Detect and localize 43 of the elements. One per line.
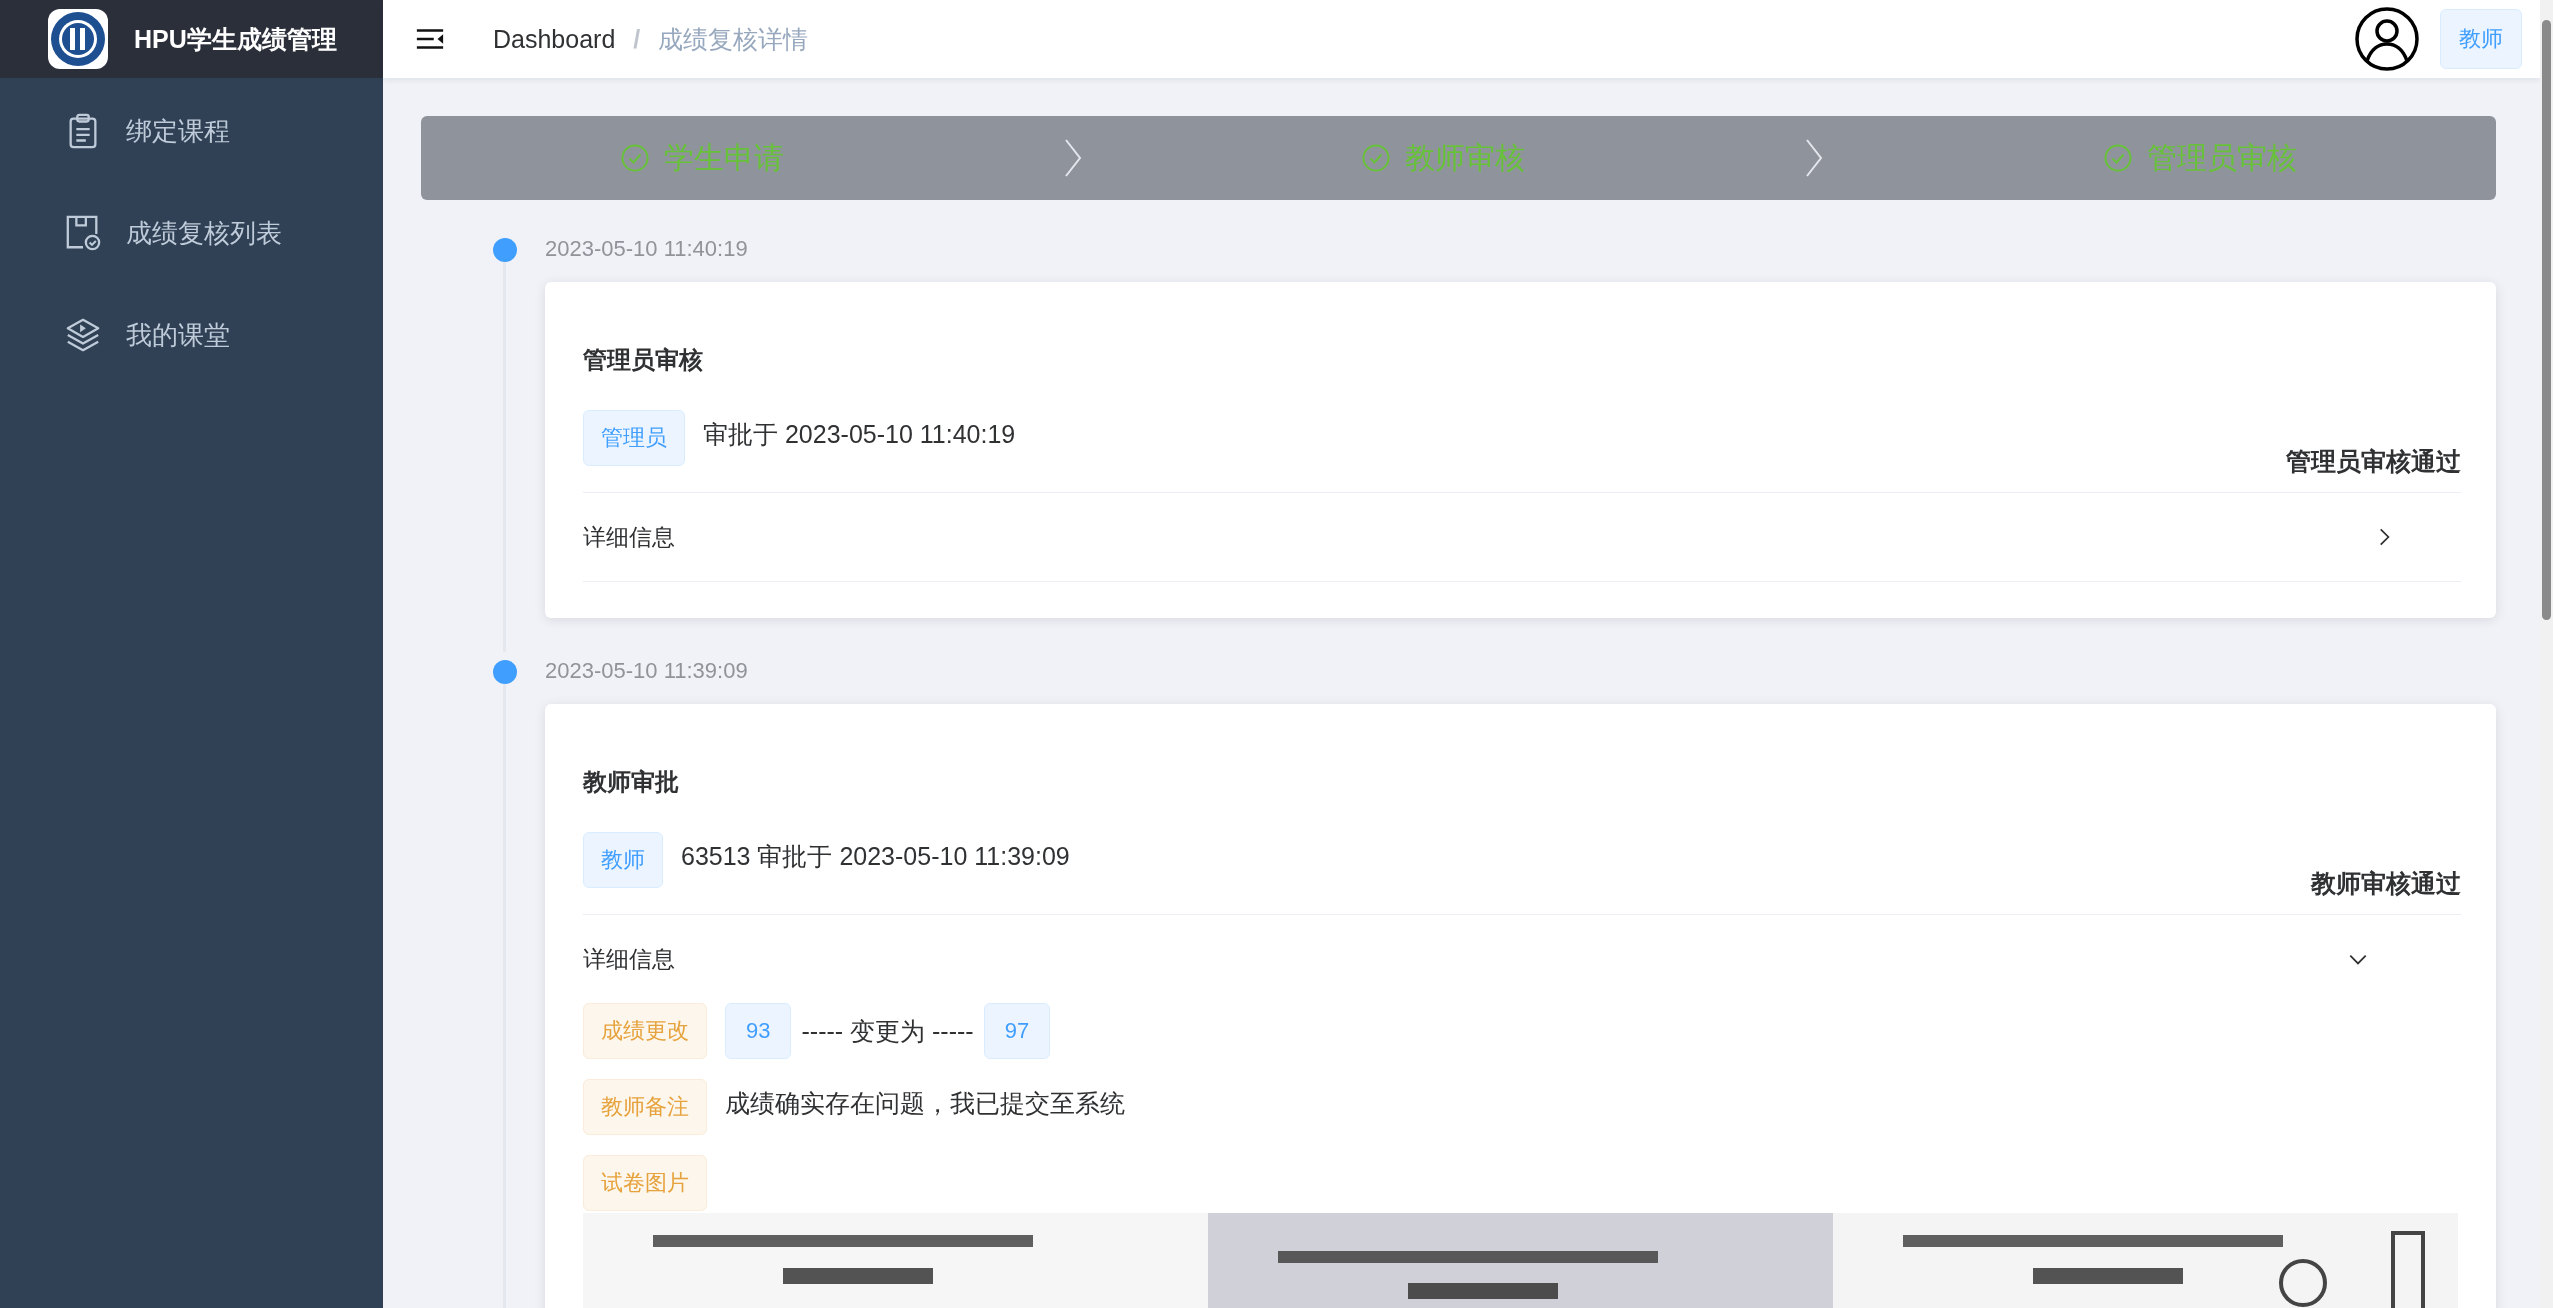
- layers-play-icon: [64, 316, 102, 354]
- scrollbar[interactable]: [2540, 0, 2553, 1308]
- collapse-header[interactable]: 详细信息: [583, 493, 2461, 581]
- card-title: 教师审批: [583, 767, 680, 797]
- chevron-right-icon: [1804, 138, 1825, 178]
- role-tag: 管理员: [583, 410, 685, 466]
- note-text: 成绩确实存在问题，我已提交至系统: [725, 1087, 1125, 1119]
- result-text: 教师审核通过: [2311, 868, 2461, 899]
- breadcrumb-item: 成绩复核详情: [658, 23, 809, 55]
- timestamp: 2023-05-10 11:40:19: [545, 235, 749, 263]
- scrollbar-thumb[interactable]: [2542, 20, 2551, 620]
- document-check-icon: [64, 214, 102, 252]
- timeline-dot: [493, 238, 517, 262]
- approval-text: 审批于 2023-05-10 11:40:19: [703, 418, 1016, 450]
- role-tag: 教师: [583, 832, 663, 888]
- logo-icon: [48, 9, 108, 69]
- step: 管理员审核: [2102, 137, 2297, 179]
- step: 教师审核: [1361, 137, 1526, 179]
- approval-text: 63513 审批于 2023-05-10 11:39:09: [681, 840, 1070, 872]
- collapse-header[interactable]: 详细信息: [583, 915, 2461, 1003]
- score-tag: 93: [725, 1003, 792, 1059]
- breadcrumb-separator: /: [633, 24, 641, 54]
- sidebar-item[interactable]: 成绩复核列表: [0, 182, 383, 284]
- card-title: 管理员审核: [583, 345, 704, 375]
- change-text: ----- 变更为 -----: [801, 1015, 974, 1047]
- check-circle-icon: [620, 143, 651, 173]
- timeline-dot: [493, 660, 517, 684]
- check-circle-icon: [2102, 143, 2133, 173]
- timestamp: 2023-05-10 11:39:09: [545, 657, 749, 685]
- field-tag: 成绩更改: [583, 1003, 707, 1059]
- field-tag: 教师备注: [583, 1079, 707, 1135]
- sidebar-item[interactable]: 绑定课程: [0, 80, 383, 182]
- sidebar-item[interactable]: 我的课堂: [0, 284, 383, 386]
- step: 学生申请: [620, 137, 785, 179]
- menu-icon[interactable]: [415, 27, 445, 51]
- check-circle-icon: [1361, 143, 1392, 173]
- breadcrumb-item[interactable]: Dashboard: [493, 24, 616, 54]
- result-text: 管理员审核通过: [2286, 446, 2461, 477]
- user-avatar-icon[interactable]: [2354, 6, 2420, 72]
- score-tag: 97: [983, 1003, 1051, 1059]
- app-title: HPU学生成绩管理: [134, 23, 337, 55]
- field-tag: 试卷图片: [583, 1155, 707, 1211]
- chevron-right-icon: [1062, 138, 1083, 178]
